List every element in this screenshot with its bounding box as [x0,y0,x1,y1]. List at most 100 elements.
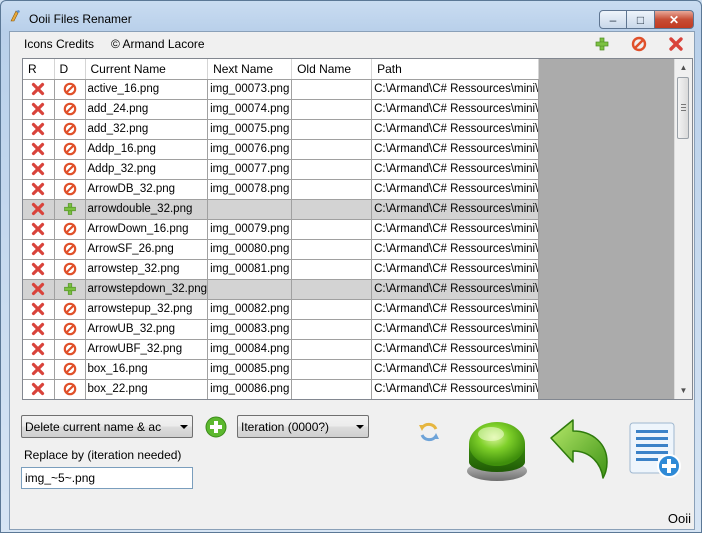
old-name-cell[interactable] [291,119,373,140]
remove-row-cell[interactable] [23,199,55,220]
delete-icon[interactable] [23,242,53,256]
toggle-row-cell[interactable] [54,379,86,399]
toggle-row-cell[interactable] [54,179,86,200]
remove-row-cell[interactable] [23,119,55,140]
current-name-cell[interactable]: ArrowDown_16.png [85,219,209,240]
current-name-cell[interactable]: add_32.png [85,119,209,140]
delete-icon[interactable] [23,182,53,196]
files-grid[interactable]: R D Current Name Next Name Old Name Path… [22,58,693,400]
path-cell[interactable]: C:\Armand\C# Ressources\mini\ [371,279,540,300]
current-name-cell[interactable]: arrowdouble_32.png [85,199,209,220]
table-row[interactable]: arrowstepup_32.png img_00082.png C:\Armand… [23,299,540,320]
forbidden-icon[interactable] [55,322,85,336]
column-header-r[interactable]: R [23,59,55,80]
next-name-cell[interactable]: img_00078.png [207,179,293,200]
delete-icon[interactable] [23,302,53,316]
path-cell[interactable]: C:\Armand\C# Ressources\mini\ [371,199,540,220]
next-name-cell[interactable]: img_00077.png [207,159,293,180]
current-name-cell[interactable]: box_22.png [85,379,209,399]
delete-icon[interactable] [23,142,53,156]
delete-icon[interactable] [23,262,53,276]
forbidden-icon[interactable] [55,342,85,356]
column-header-current-name[interactable]: Current Name [85,59,209,80]
old-name-cell[interactable] [291,379,373,399]
remove-row-cell[interactable] [23,139,55,160]
table-row[interactable]: add_32.png img_00075.png C:\Armand\C# Ress… [23,119,540,140]
toggle-row-cell[interactable] [54,339,86,360]
scroll-up-arrow[interactable]: ▲ [675,59,692,76]
close-button[interactable]: ✕ [654,10,694,29]
old-name-cell[interactable] [291,259,373,280]
next-name-cell[interactable]: img_00076.png [207,139,293,160]
forbidden-icon[interactable] [55,82,85,96]
menu-icons-credits[interactable]: Icons Credits [24,37,94,51]
minimize-button[interactable]: – [599,10,627,29]
refresh-icon[interactable] [417,420,441,444]
current-name-cell[interactable]: ArrowUB_32.png [85,319,209,340]
path-cell[interactable]: C:\Armand\C# Ressources\mini\ [371,139,540,160]
path-cell[interactable]: C:\Armand\C# Ressources\mini\ [371,99,540,120]
delete-icon[interactable] [23,362,53,376]
delete-icon[interactable] [23,282,53,296]
delete-icon[interactable] [23,102,53,116]
delete-icon[interactable] [23,202,53,216]
column-header-old-name[interactable]: Old Name [291,59,373,80]
path-cell[interactable]: C:\Armand\C# Ressources\mini\ [371,119,540,140]
path-cell[interactable]: C:\Armand\C# Ressources\mini\ [371,79,540,100]
next-name-cell[interactable]: img_00074.png [207,99,293,120]
old-name-cell[interactable] [291,219,373,240]
path-cell[interactable]: C:\Armand\C# Ressources\mini\ [371,359,540,380]
forbidden-icon[interactable] [55,242,85,256]
delete-icon[interactable] [23,162,53,176]
path-cell[interactable]: C:\Armand\C# Ressources\mini\ [371,379,540,399]
current-name-cell[interactable]: Addp_32.png [85,159,209,180]
scroll-thumb[interactable] [677,77,689,139]
old-name-cell[interactable] [291,299,373,320]
delete-icon[interactable] [23,382,53,396]
grid-vertical-scrollbar[interactable]: ▲ ▼ [674,59,692,399]
add-icon[interactable] [594,36,610,52]
menu-author[interactable]: © Armand Lacore [111,37,205,51]
toggle-row-cell[interactable] [54,259,86,280]
remove-row-cell[interactable] [23,99,55,120]
remove-row-cell[interactable] [23,319,55,340]
toggle-row-cell[interactable] [54,359,86,380]
next-name-cell[interactable]: img_00086.png [207,379,293,399]
run-button[interactable] [465,416,529,482]
toggle-row-cell[interactable] [54,239,86,260]
forbidden-icon[interactable] [55,262,85,276]
maximize-button[interactable]: □ [627,10,654,29]
replace-input[interactable] [21,467,193,489]
current-name-cell[interactable]: arrowstepup_32.png [85,299,209,320]
path-cell[interactable]: C:\Armand\C# Ressources\mini\ [371,339,540,360]
remove-row-cell[interactable] [23,179,55,200]
table-row[interactable]: active_16.png img_00073.png C:\Armand\C# R… [23,79,540,100]
path-cell[interactable]: C:\Armand\C# Ressources\mini\ [371,239,540,260]
current-name-cell[interactable]: ArrowSF_26.png [85,239,209,260]
toggle-row-cell[interactable] [54,279,86,300]
toggle-row-cell[interactable] [54,139,86,160]
old-name-cell[interactable] [291,179,373,200]
remove-row-cell[interactable] [23,359,55,380]
remove-row-cell[interactable] [23,339,55,360]
column-header-path[interactable]: Path [371,59,540,80]
column-header-next-name[interactable]: Next Name [207,59,293,80]
next-name-cell[interactable]: img_00075.png [207,119,293,140]
forbidden-icon[interactable] [55,302,85,316]
toggle-row-cell[interactable] [54,99,86,120]
next-name-cell[interactable]: img_00082.png [207,299,293,320]
toggle-row-cell[interactable] [54,199,86,220]
toggle-row-cell[interactable] [54,299,86,320]
current-name-cell[interactable]: active_16.png [85,79,209,100]
next-name-cell[interactable]: img_00080.png [207,239,293,260]
remove-row-cell[interactable] [23,219,55,240]
forbidden-icon[interactable] [631,36,647,52]
plus-icon[interactable] [55,282,85,296]
old-name-cell[interactable] [291,339,373,360]
forbidden-icon[interactable] [55,102,85,116]
toggle-row-cell[interactable] [54,79,86,100]
remove-row-cell[interactable] [23,299,55,320]
table-row[interactable]: box_22.png img_00086.png C:\Armand\C# Ress… [23,379,540,399]
delete-icon[interactable] [23,342,53,356]
table-row[interactable]: ArrowUB_32.png img_00083.png C:\Armand\C# … [23,319,540,340]
